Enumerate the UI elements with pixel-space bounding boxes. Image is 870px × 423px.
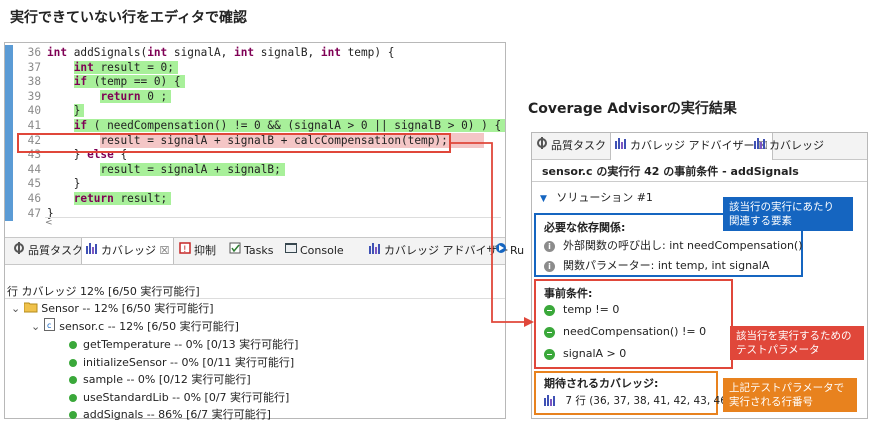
connector-arrow <box>17 133 534 327</box>
arrow-head-icon <box>524 317 534 327</box>
arrow-path <box>450 142 528 323</box>
line-42-highlight-box <box>17 133 451 153</box>
